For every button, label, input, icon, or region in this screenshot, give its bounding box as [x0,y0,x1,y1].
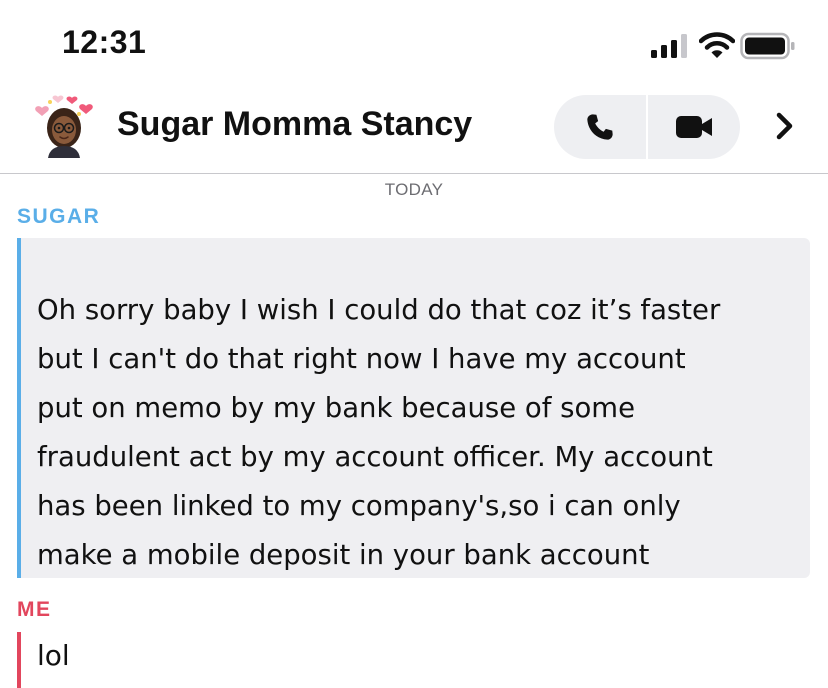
contact-name[interactable]: Sugar Momma Stancy [117,102,472,146]
date-separator: TODAY [384,180,444,199]
chat-screen: 12:31 Sugar Momma Stancy TODAY SUGAR Oh … [0,0,828,688]
battery-icon [740,32,795,60]
more-details-button[interactable] [763,104,807,148]
message-text: Oh sorry baby I wish I could do that coz… [37,294,721,571]
video-camera-icon [676,116,712,138]
message-accent-bar [17,238,21,578]
message-bubble[interactable]: Oh sorry baby I wish I could do that coz… [17,238,810,578]
sender-label: SUGAR [17,205,101,228]
voice-call-button[interactable] [554,95,646,159]
cellular-signal-icon [651,34,687,58]
chat-header: Sugar Momma Stancy [0,92,828,174]
chevron-right-icon [776,112,793,140]
message-accent-bar [17,632,21,688]
sender-label: ME [17,598,52,621]
message-bubble[interactable]: lol [17,630,417,688]
wifi-icon [699,32,735,58]
avatar-icon[interactable] [32,94,96,158]
header-divider [0,173,828,174]
status-bar: 12:31 [0,0,828,92]
status-time: 12:31 [62,24,147,60]
message-text: lol [37,639,70,672]
phone-icon [587,114,613,140]
video-call-button[interactable] [648,95,740,159]
call-actions [554,95,740,159]
